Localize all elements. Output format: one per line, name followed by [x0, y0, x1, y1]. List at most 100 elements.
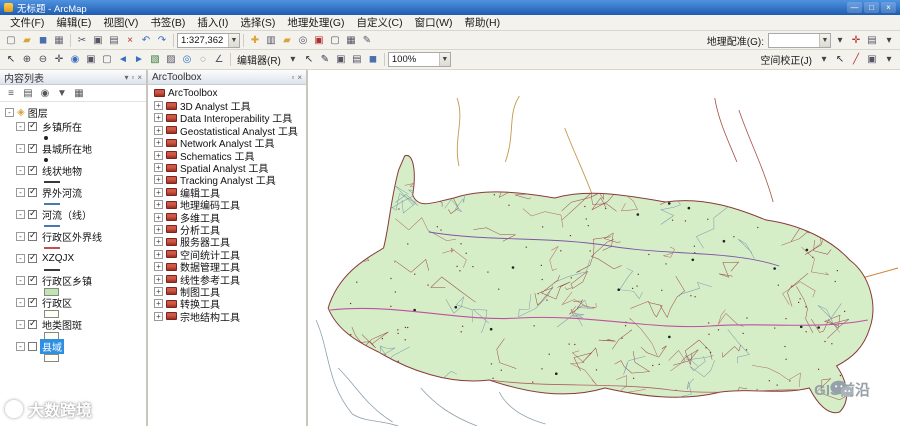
- expander-icon[interactable]: +: [154, 125, 163, 135]
- editor-toolbar-label[interactable]: 编辑器(R): [234, 52, 284, 67]
- editor-toolbar-toggle-icon[interactable]: ✎: [359, 33, 375, 48]
- panel-menu-icon[interactable]: ▾: [124, 73, 128, 82]
- model-builder-icon[interactable]: ▦: [343, 33, 359, 48]
- arctoolbox-root-label[interactable]: ArcToolbox: [168, 88, 217, 99]
- open-folder-icon[interactable]: ▰: [19, 33, 35, 48]
- layer-checkbox[interactable]: [28, 274, 37, 285]
- python-window-icon[interactable]: ▢: [327, 33, 343, 48]
- menu-item[interactable]: 帮助(H): [459, 14, 507, 31]
- chevron-down-icon[interactable]: ▼: [228, 33, 239, 47]
- expander-icon[interactable]: -: [16, 166, 25, 175]
- layer-label[interactable]: 乡镇所在: [40, 119, 84, 134]
- spatial-dropdown-icon[interactable]: ▾: [816, 52, 832, 67]
- maximize-button[interactable]: □: [864, 2, 879, 13]
- search-window-icon[interactable]: ◎: [295, 33, 311, 48]
- toolbox-item[interactable]: + 分析工具: [154, 223, 306, 237]
- expander-icon[interactable]: -: [16, 122, 25, 131]
- expander-icon[interactable]: +: [154, 175, 163, 185]
- toc-root-label[interactable]: 图层: [28, 105, 48, 120]
- next-extent-icon[interactable]: ►: [131, 52, 147, 67]
- toolbox-item[interactable]: + 线性参考工具: [154, 273, 306, 287]
- menu-item[interactable]: 书签(B): [144, 14, 191, 31]
- toolbox-item[interactable]: + Tracking Analyst 工具: [154, 174, 306, 187]
- fixed-zoom-in-icon[interactable]: ▣: [83, 52, 99, 67]
- expander-icon[interactable]: +: [154, 311, 163, 321]
- expander-icon[interactable]: +: [154, 274, 163, 284]
- spatial-adjustment-label[interactable]: 空间校正(J): [757, 52, 815, 67]
- layer-checkbox[interactable]: [28, 252, 37, 263]
- georef-dropdown-icon[interactable]: ▾: [832, 33, 848, 48]
- layer-checkbox[interactable]: [28, 142, 37, 153]
- expander-icon[interactable]: -: [5, 108, 14, 117]
- layer-label[interactable]: 地类图斑: [40, 317, 84, 332]
- layer-label[interactable]: 线状地物: [40, 163, 84, 178]
- create-features-icon[interactable]: ▣: [333, 52, 349, 67]
- save-edits-icon[interactable]: ◼: [365, 52, 381, 67]
- identify-icon[interactable]: ◎: [179, 52, 195, 67]
- cut-icon[interactable]: ✂: [74, 33, 90, 48]
- expander-icon[interactable]: +: [154, 224, 163, 234]
- expander-icon[interactable]: +: [154, 163, 163, 173]
- minimize-button[interactable]: —: [847, 2, 862, 13]
- expander-icon[interactable]: +: [154, 237, 163, 247]
- layer-checkbox[interactable]: [28, 186, 37, 197]
- add-control-points-icon[interactable]: ✛: [848, 33, 864, 48]
- expander-icon[interactable]: -: [16, 210, 25, 219]
- print-icon[interactable]: ▦: [51, 33, 67, 48]
- expander-icon[interactable]: +: [154, 249, 163, 259]
- layer-label[interactable]: 行政区外界线: [40, 229, 104, 244]
- expander-icon[interactable]: -: [16, 342, 25, 351]
- toolbar-options-icon[interactable]: ▾: [881, 33, 897, 48]
- attributes-icon[interactable]: ▤: [349, 52, 365, 67]
- layer-checkbox[interactable]: [28, 296, 37, 307]
- redo-icon[interactable]: ↷: [154, 33, 170, 48]
- expander-icon[interactable]: +: [154, 138, 163, 148]
- layer-checkbox[interactable]: [28, 120, 37, 131]
- paste-icon[interactable]: ▤: [106, 33, 122, 48]
- scale-combo[interactable]: 1:327,362 ▼: [177, 32, 240, 48]
- expander-icon[interactable]: -: [16, 188, 25, 197]
- expander-icon[interactable]: +: [154, 101, 163, 111]
- add-data-icon[interactable]: ✚: [247, 33, 263, 48]
- layer-label[interactable]: 行政区乡镇: [40, 273, 94, 288]
- list-by-source-icon[interactable]: ▤: [21, 86, 35, 101]
- toolbox-item[interactable]: + 制图工具: [154, 285, 306, 299]
- menu-item[interactable]: 选择(S): [234, 14, 281, 31]
- expander-icon[interactable]: +: [154, 262, 163, 272]
- menu-item[interactable]: 编辑(E): [50, 14, 97, 31]
- expander-icon[interactable]: -: [16, 144, 25, 153]
- view-link-table-icon[interactable]: ▤: [864, 33, 880, 48]
- run-adjust-icon[interactable]: ▣: [864, 52, 880, 67]
- catalog-window-icon[interactable]: ▰: [279, 33, 295, 48]
- layer-checkbox[interactable]: [28, 342, 37, 351]
- close-icon[interactable]: ×: [297, 73, 302, 82]
- toolbox-item-label[interactable]: 宗地结构工具: [180, 309, 240, 324]
- toolbox-item[interactable]: + 多维工具: [154, 211, 306, 225]
- new-displacement-link-icon[interactable]: ╱: [848, 52, 864, 67]
- menu-item[interactable]: 地理处理(G): [281, 14, 350, 31]
- layer-checkbox[interactable]: [28, 208, 37, 219]
- undo-icon[interactable]: ↶: [138, 33, 154, 48]
- layer-label[interactable]: 界外河流: [40, 185, 84, 200]
- layer-label[interactable]: 行政区: [40, 295, 74, 310]
- menu-item[interactable]: 文件(F): [4, 14, 50, 31]
- toolbar-options-icon[interactable]: ▾: [881, 52, 897, 67]
- list-by-drawing-order-icon[interactable]: ≡: [4, 86, 18, 101]
- editor-dropdown-icon[interactable]: ▾: [285, 52, 301, 67]
- menu-item[interactable]: 窗口(W): [409, 14, 459, 31]
- layer-symbol[interactable]: [44, 243, 146, 252]
- chevron-down-icon[interactable]: ▼: [819, 33, 830, 47]
- expander-icon[interactable]: -: [16, 320, 25, 329]
- edit-pointer-icon[interactable]: ↖: [301, 52, 317, 67]
- table-of-contents-icon[interactable]: ▥: [263, 33, 279, 48]
- list-by-visibility-icon[interactable]: ◉: [38, 86, 52, 101]
- find-icon[interactable]: ◌: [195, 52, 211, 67]
- sketch-tool-icon[interactable]: ✎: [317, 52, 333, 67]
- zoom-out-tool-icon[interactable]: ⊖: [35, 52, 51, 67]
- expander-icon[interactable]: +: [154, 113, 163, 123]
- layer-label[interactable]: 县城所在地: [40, 141, 94, 156]
- layer-label[interactable]: 县域: [40, 339, 64, 354]
- layer-label[interactable]: XZQJX: [40, 253, 76, 264]
- toolbox-item[interactable]: + 宗地结构工具: [154, 309, 306, 324]
- expander-icon[interactable]: +: [154, 299, 163, 309]
